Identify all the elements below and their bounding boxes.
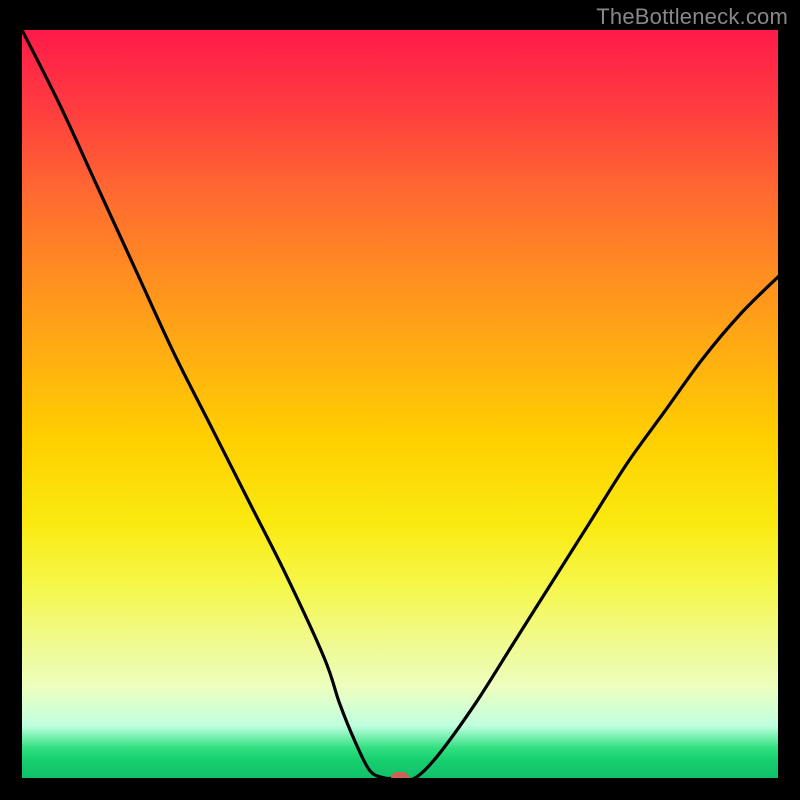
chart-curve	[22, 30, 778, 778]
plot-area	[22, 30, 778, 778]
watermark-text: TheBottleneck.com	[596, 4, 788, 30]
optimum-marker	[391, 772, 409, 778]
